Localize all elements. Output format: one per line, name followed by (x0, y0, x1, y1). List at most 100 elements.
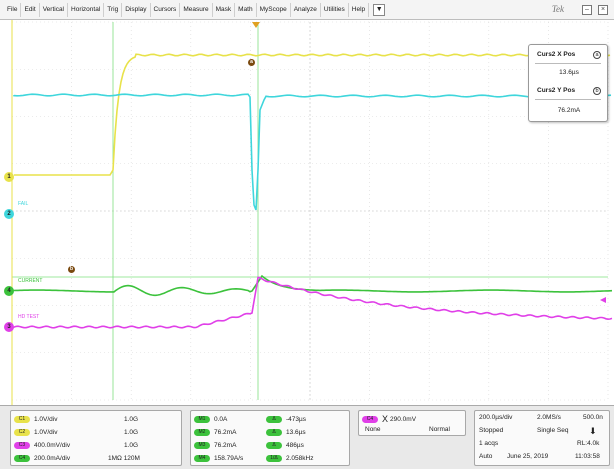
ch1-waveform (14, 53, 611, 176)
ch2-coupling: 1.0G (124, 428, 139, 436)
cursor-b-marker[interactable]: b (68, 266, 75, 273)
cursor-y-value: 76.2mA (557, 107, 581, 114)
graticule-grid (11, 20, 613, 405)
ch3-badge: C3 (14, 441, 30, 449)
ch2-name-label: FAIL (18, 201, 29, 207)
ch3-ground-marker[interactable]: 3 (4, 322, 14, 332)
menu-horizontal[interactable]: Horizontal (68, 2, 105, 17)
ch3-scale: 400.0mV/div (34, 441, 71, 449)
download-arrow-icon: ⬇ (589, 426, 597, 436)
measurement-row[interactable]: M3 76.2mA Δ 486µs (194, 440, 304, 450)
trigger-row[interactable]: C4 X 290.0mV (362, 414, 416, 424)
menu-analyze[interactable]: Analyze (291, 2, 321, 17)
waveform-display[interactable] (0, 20, 614, 405)
acquisition-panel[interactable]: 200.0µs/div 2.0MS/s 500.0n Stopped Singl… (474, 410, 610, 466)
timebase: 200.0µs/div (479, 414, 513, 421)
m3-badge: M3 (194, 441, 210, 449)
run-mode: Auto (479, 453, 493, 460)
trigger-source-badge: C4 (362, 415, 378, 423)
menu-dropdown-icon[interactable]: ▼ (373, 3, 386, 16)
m2-right-badge: Δ (266, 428, 282, 436)
readout-divider (535, 99, 601, 100)
cursor-a-marker[interactable]: a (248, 59, 255, 66)
trigger-level-icon (600, 297, 606, 303)
readout-divider (535, 63, 601, 64)
m2-right-value: 13.6µs (286, 428, 306, 436)
ch2-settings-row[interactable]: C2 1.0V/div 1.0G (14, 427, 138, 437)
m3-left-value: 76.2mA (214, 441, 237, 449)
menu-measure[interactable]: Measure (180, 2, 213, 17)
cursor-readout-box[interactable]: Curs2 X Pos a 13.6µs Curs2 Y Pos b 76.2m… (528, 44, 608, 122)
menu-cursors[interactable]: Cursors (151, 2, 181, 17)
ch2-waveform (13, 93, 612, 211)
m4-right-badge: 1/Δ (266, 454, 282, 462)
menu-file[interactable]: File (4, 2, 22, 17)
sequence-mode: Single Seq (537, 427, 569, 434)
menu-trig[interactable]: Trig (104, 2, 123, 17)
acquisition-state: Stopped (479, 427, 504, 434)
ch2-badge: C2 (14, 428, 30, 436)
m4-badge: M4 (194, 454, 210, 462)
ch2-ground-marker[interactable]: 2 (4, 209, 14, 219)
acquisition-date: June 25, 2019 (507, 453, 549, 460)
acquisition-count: 1 acqs (479, 440, 499, 447)
m1-badge: M1 (194, 415, 210, 423)
menu-utilities[interactable]: Utilities (321, 2, 349, 17)
measurements-panel[interactable]: M1 0.0A Δ -473µs M2 76.2mA Δ 13.6µs M3 7… (190, 410, 350, 466)
ch1-coupling: 1.0G (124, 415, 139, 423)
m3-right-badge: Δ (266, 441, 282, 449)
menu-edit[interactable]: Edit (21, 2, 40, 17)
acquisition-time: 11:03:58 (575, 453, 600, 460)
trigger-panel[interactable]: C4 X 290.0mV None Normal (358, 410, 466, 436)
minimize-button[interactable]: – (582, 5, 592, 15)
brand-logo: Tek (551, 4, 564, 14)
measurement-row[interactable]: M4 158.79A/s 1/Δ 2.058kHz (194, 453, 313, 463)
menu-mask[interactable]: Mask (213, 2, 236, 17)
ch3-name-label: HD TEST (18, 314, 40, 320)
trigger-mode: Normal (429, 426, 450, 433)
trigger-level: 290.0mV (390, 415, 417, 423)
menu-math[interactable]: Math (235, 2, 257, 17)
trigger-position-icon (252, 22, 260, 28)
cursor-x-value: 13.6µs (559, 69, 579, 76)
m1-left-value: 0.0A (214, 415, 228, 423)
cursor-x-badge: a (593, 51, 601, 59)
menu-bar: File Edit Vertical Horizontal Trig Displ… (0, 0, 614, 20)
close-button[interactable]: × (598, 5, 608, 15)
trigger-slope-icon: X (382, 414, 389, 424)
trigger-coupling: None (365, 426, 381, 433)
m2-badge: M2 (194, 428, 210, 436)
status-panel: C1 1.0V/div 1.0G C2 1.0V/div 1.0G C3 400… (0, 405, 614, 469)
record-length-label: RL:4.0k (577, 440, 600, 447)
ch4-name-label: CURRENT (18, 278, 43, 284)
ch1-scale: 1.0V/div (34, 415, 58, 423)
channel-settings-panel[interactable]: C1 1.0V/div 1.0G C2 1.0V/div 1.0G C3 400… (10, 410, 182, 466)
m3-right-value: 486µs (286, 441, 304, 449)
ch4-coupling: 1MΩ 120M (108, 454, 140, 462)
ch3-coupling: 1.0G (124, 441, 139, 449)
ch2-scale: 1.0V/div (34, 428, 58, 436)
m1-right-badge: Δ (266, 415, 282, 423)
ch4-ground-marker[interactable]: 4 (4, 286, 14, 296)
ch4-settings-row[interactable]: C4 200.0mA/div 1MΩ 120M (14, 453, 140, 463)
menu-vertical[interactable]: Vertical (40, 2, 69, 17)
m2-left-value: 76.2mA (214, 428, 237, 436)
record-length: 500.0n (583, 414, 603, 421)
m1-right-value: -473µs (286, 415, 307, 423)
ch4-scale: 200.0mA/div (34, 454, 71, 462)
menu-help[interactable]: Help (349, 2, 370, 17)
ch4-badge: C4 (14, 454, 30, 462)
ch1-badge: C1 (14, 415, 30, 423)
sample-rate: 2.0MS/s (537, 414, 561, 421)
m4-left-value: 158.79A/s (214, 454, 244, 462)
ch3-waveform (13, 276, 613, 329)
menu-display[interactable]: Display (122, 2, 151, 17)
measurement-row[interactable]: M2 76.2mA Δ 13.6µs (194, 427, 306, 437)
menu-myscope[interactable]: MyScope (257, 2, 291, 17)
cursor-x-title: Curs2 X Pos (537, 51, 576, 58)
ch1-settings-row[interactable]: C1 1.0V/div 1.0G (14, 414, 138, 424)
measurement-row[interactable]: M1 0.0A Δ -473µs (194, 414, 306, 424)
ch3-settings-row[interactable]: C3 400.0mV/div 1.0G (14, 440, 138, 450)
ch1-ground-marker[interactable]: 1 (4, 172, 14, 182)
cursor-y-title: Curs2 Y Pos (537, 87, 576, 94)
